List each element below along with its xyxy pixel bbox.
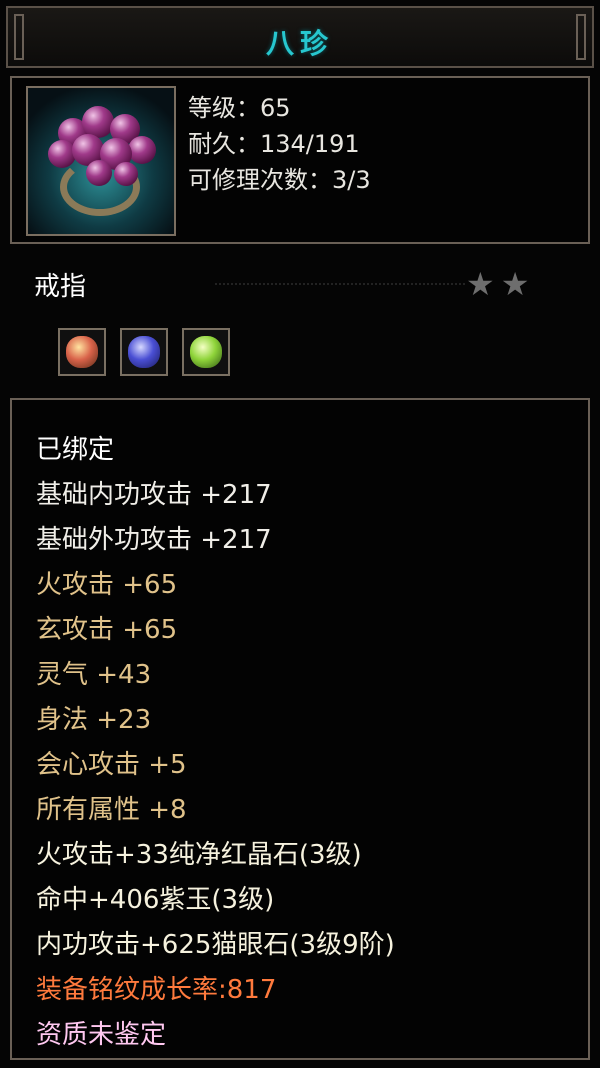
attribute-row: 火攻击+33纯净红晶石(3级)	[36, 840, 362, 870]
attribute-list: 已绑定基础内功攻击 +217 基础外功攻击 +217 火攻击 +65 玄攻击 +65 灵…	[36, 428, 395, 1058]
attribute-row: 基础外功攻击 +217	[36, 525, 272, 555]
attribute-row: 身法 +23	[36, 705, 152, 735]
title-bar: 八珍	[6, 6, 594, 68]
item-level: 等级：65	[188, 94, 291, 122]
item-stats: 等级：65 耐久：134/191 可修理次数：3/3	[188, 90, 371, 198]
attribute-row: 灵气 +43	[36, 660, 152, 690]
attribute-row: 玄攻击 +65	[36, 615, 178, 645]
item-durability: 耐久：134/191	[188, 130, 360, 158]
star-icon: ★	[500, 265, 530, 303]
item-type: 戒指	[34, 272, 87, 302]
attribute-box: 已绑定基础内功攻击 +217 基础外功攻击 +217 火攻击 +65 玄攻击 +65 灵…	[10, 398, 590, 1060]
gem-socket[interactable]	[58, 328, 106, 376]
attribute-row: 所有属性 +8	[36, 795, 187, 825]
item-name: 八珍	[265, 27, 334, 60]
attribute-row: 装备铭纹成长率:817	[36, 975, 277, 1005]
attribute-row: 资质未鉴定	[36, 1020, 167, 1050]
purple-gem-icon	[128, 336, 160, 368]
green-gem-icon	[190, 336, 222, 368]
star-rating: ★ ★	[466, 268, 535, 300]
gem-socket[interactable]	[182, 328, 230, 376]
divider	[215, 283, 465, 287]
gem-socket[interactable]	[120, 328, 168, 376]
item-tooltip-panel: 八珍 等级：65 耐久：134/191 可修理次数：3/3 戒指 ★ ★ 已绑定…	[0, 0, 600, 1068]
attribute-row: 基础内功攻击 +217	[36, 480, 272, 510]
item-info-box: 等级：65 耐久：134/191 可修理次数：3/3	[10, 76, 590, 244]
attribute-row: 内功攻击+625猫眼石(3级9阶)	[36, 930, 395, 960]
attribute-row: 已绑定	[36, 435, 115, 465]
star-icon: ★	[466, 265, 495, 303]
item-icon-frame	[26, 86, 176, 236]
attribute-row: 命中+406紫玉(3级)	[36, 885, 275, 915]
item-repair-count: 可修理次数：3/3	[188, 166, 371, 194]
attribute-row: 火攻击 +65	[36, 570, 178, 600]
red-gem-icon	[66, 336, 98, 368]
attribute-row: 会心攻击 +5	[36, 750, 187, 780]
